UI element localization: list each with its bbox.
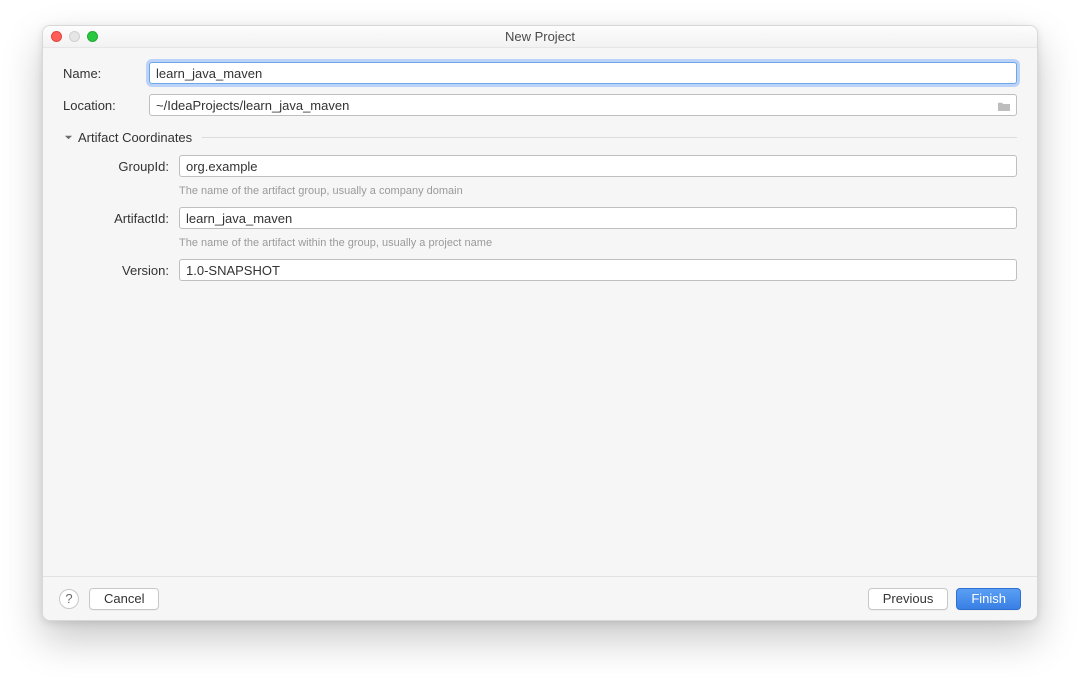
dialog-content: Name: Location: Artifact [43, 48, 1037, 576]
artifact-coordinates-header[interactable]: Artifact Coordinates [63, 130, 1017, 145]
help-icon: ? [65, 591, 72, 606]
artifactid-input[interactable] [179, 207, 1017, 229]
version-label: Version: [93, 263, 179, 278]
window-title: New Project [505, 29, 575, 44]
new-project-dialog: New Project Name: Location: [42, 25, 1038, 621]
dialog-button-bar: ? Cancel Previous Finish [43, 576, 1037, 620]
name-label: Name: [63, 66, 149, 81]
location-label: Location: [63, 98, 149, 113]
previous-button[interactable]: Previous [868, 588, 949, 610]
section-divider [202, 137, 1017, 138]
minimize-icon [69, 31, 80, 42]
artifactid-hint: The name of the artifact within the grou… [179, 237, 492, 249]
section-title: Artifact Coordinates [78, 130, 192, 145]
help-button[interactable]: ? [59, 589, 79, 609]
groupid-label: GroupId: [93, 159, 179, 174]
zoom-icon[interactable] [87, 31, 98, 42]
groupid-input[interactable] [179, 155, 1017, 177]
window-controls [51, 31, 98, 42]
artifactid-label: ArtifactId: [93, 211, 179, 226]
titlebar: New Project [43, 26, 1037, 48]
groupid-hint: The name of the artifact group, usually … [179, 185, 463, 197]
version-input[interactable] [179, 259, 1017, 281]
location-input[interactable] [149, 94, 1017, 116]
close-icon[interactable] [51, 31, 62, 42]
cancel-button[interactable]: Cancel [89, 588, 159, 610]
name-input[interactable] [149, 62, 1017, 84]
chevron-down-icon [63, 133, 73, 143]
finish-button[interactable]: Finish [956, 588, 1021, 610]
